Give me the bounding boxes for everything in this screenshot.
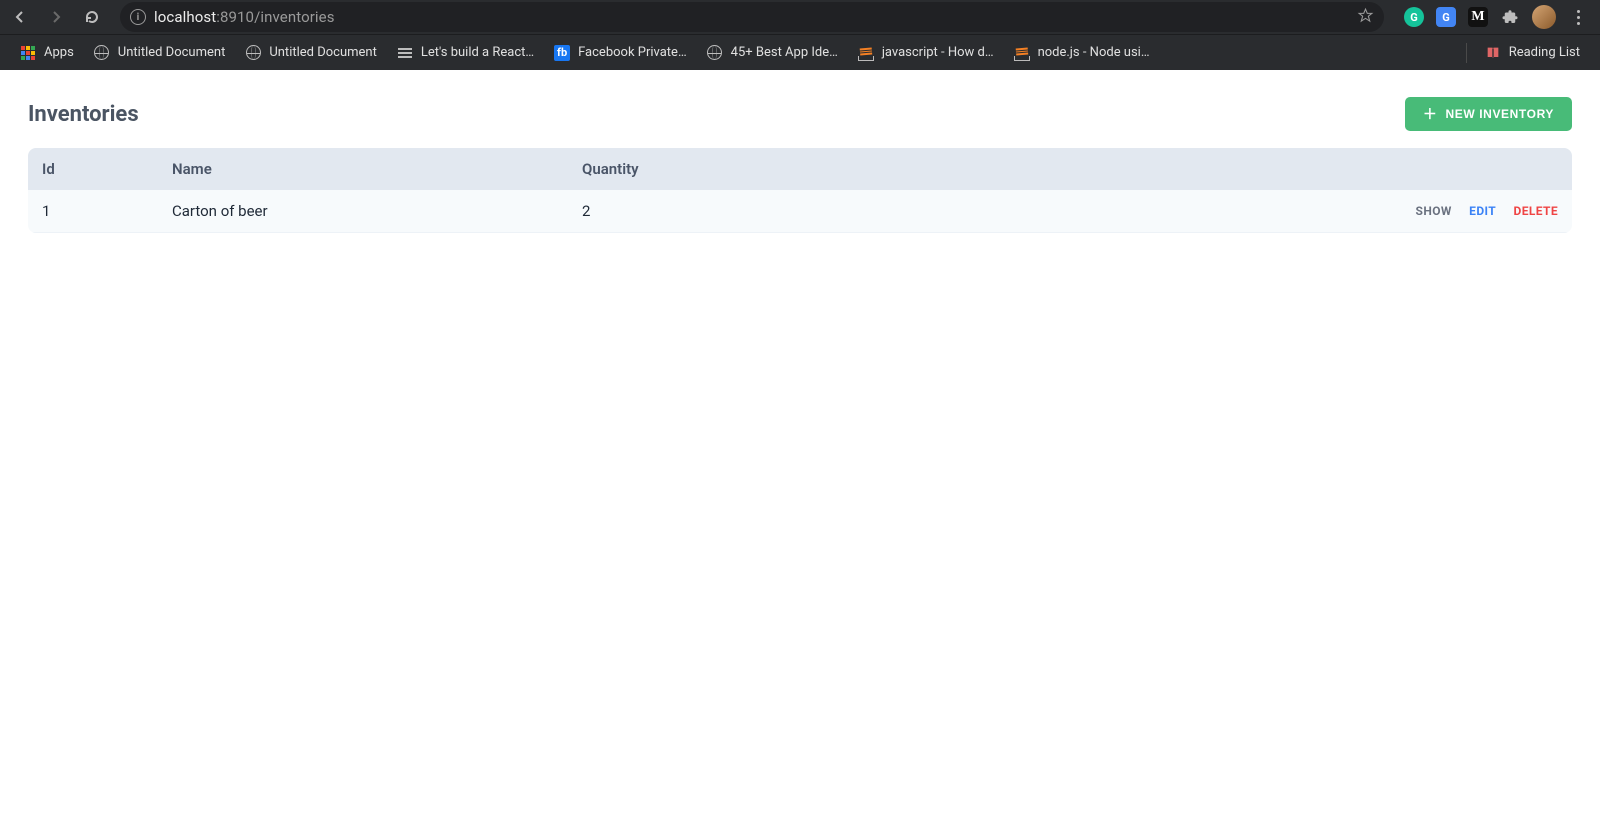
bookmark-apps[interactable]: Apps (12, 39, 82, 67)
reload-button[interactable] (78, 3, 106, 31)
bookmark-star-icon[interactable] (1357, 7, 1374, 28)
edit-link[interactable]: EDIT (1469, 204, 1496, 218)
globe-icon (245, 45, 261, 61)
back-button[interactable] (6, 3, 34, 31)
globe-icon (94, 45, 110, 61)
extension-grammarly-icon[interactable]: G (1404, 7, 1424, 27)
stackoverflow-icon (1014, 45, 1030, 61)
inventories-table: Id Name Quantity 1 Carton of beer 2 SHOW… (28, 148, 1572, 233)
extension-translate-icon[interactable]: G (1436, 7, 1456, 27)
bookmark-item[interactable]: Untitled Document (237, 39, 385, 67)
page-title: Inventories (28, 102, 139, 127)
cell-quantity: 2 (568, 190, 1312, 233)
url-text: localhost:8910/inventories (154, 8, 335, 26)
bookmark-item[interactable]: javascript - How d… (850, 39, 1002, 67)
bookmarks-divider (1466, 43, 1467, 63)
page-header: Inventories ＋ NEW INVENTORY (28, 88, 1572, 140)
list-icon (397, 45, 413, 61)
delete-link[interactable]: DELETE (1514, 204, 1559, 218)
address-bar[interactable]: i localhost:8910/inventories (120, 2, 1384, 32)
plus-icon: ＋ (1423, 107, 1438, 121)
bookmarks-bar: Apps Untitled Document Untitled Document… (0, 34, 1600, 70)
bookmark-label: javascript - How d… (882, 45, 994, 60)
col-header-id: Id (28, 148, 158, 190)
stackoverflow-icon (858, 45, 874, 61)
page-content: Inventories ＋ NEW INVENTORY Id Name Quan… (0, 70, 1600, 251)
extension-icons: G G M (1398, 5, 1594, 29)
url-rest: :8910/inventories (216, 8, 334, 26)
url-host: localhost (154, 8, 216, 26)
extensions-menu-icon[interactable] (1500, 7, 1520, 27)
bookmark-item[interactable]: 45+ Best App Ide… (699, 39, 846, 67)
bookmark-label: Facebook Private… (578, 45, 687, 60)
table-header-row: Id Name Quantity (28, 148, 1572, 190)
extension-medium-icon[interactable]: M (1468, 7, 1488, 27)
reading-list-label: Reading List (1509, 45, 1580, 60)
bookmark-item[interactable]: fb Facebook Private… (546, 39, 695, 67)
new-inventory-label: NEW INVENTORY (1446, 107, 1554, 121)
reading-list-icon (1485, 45, 1501, 61)
reading-list-button[interactable]: Reading List (1477, 39, 1588, 67)
forward-button[interactable] (42, 3, 70, 31)
globe-icon (707, 45, 723, 61)
profile-avatar[interactable] (1532, 5, 1556, 29)
apps-icon (20, 45, 36, 61)
bookmark-label: Let's build a React… (421, 45, 534, 60)
bookmark-item[interactable]: Untitled Document (86, 39, 234, 67)
bookmark-item[interactable]: Let's build a React… (389, 39, 542, 67)
col-header-quantity: Quantity (568, 148, 1312, 190)
show-link[interactable]: SHOW (1416, 204, 1452, 218)
col-header-name: Name (158, 148, 568, 190)
facebook-icon: fb (554, 45, 570, 61)
cell-actions: SHOW EDIT DELETE (1312, 190, 1572, 233)
bookmark-label: Untitled Document (118, 45, 226, 60)
bookmark-label: Untitled Document (269, 45, 377, 60)
browser-chrome: i localhost:8910/inventories G G M Apps (0, 0, 1600, 70)
col-header-actions (1312, 148, 1572, 190)
cell-id: 1 (28, 190, 158, 233)
cell-name: Carton of beer (158, 190, 568, 233)
new-inventory-button[interactable]: ＋ NEW INVENTORY (1405, 97, 1572, 131)
browser-toolbar: i localhost:8910/inventories G G M (0, 0, 1600, 34)
bookmark-label: Apps (44, 45, 74, 60)
bookmark-item[interactable]: node.js - Node usi… (1006, 39, 1158, 67)
table-row: 1 Carton of beer 2 SHOW EDIT DELETE (28, 190, 1572, 233)
bookmark-label: 45+ Best App Ide… (731, 45, 838, 60)
bookmark-label: node.js - Node usi… (1038, 45, 1150, 60)
chrome-menu-icon[interactable] (1568, 10, 1588, 25)
site-info-icon[interactable]: i (130, 9, 146, 25)
